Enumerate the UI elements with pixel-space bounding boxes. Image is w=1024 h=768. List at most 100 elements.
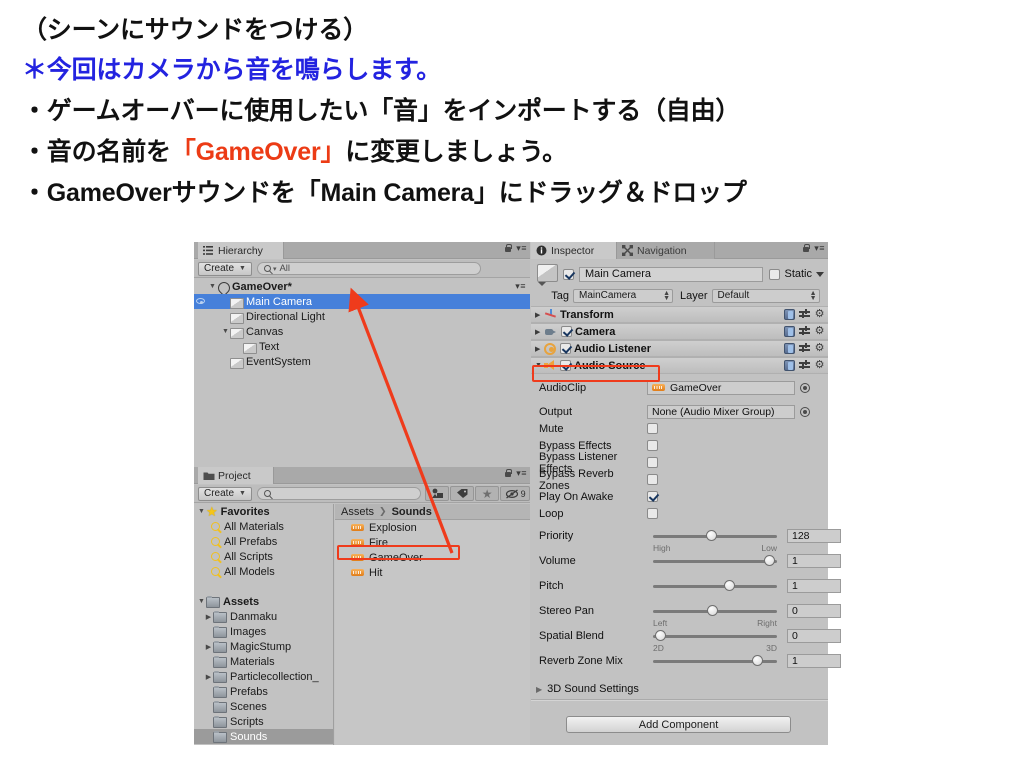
slider-value-field[interactable]: 0 <box>787 604 841 618</box>
tag-dropdown[interactable]: MainCamera ▲ ▼ <box>573 288 673 303</box>
add-component-button[interactable]: Add Component <box>566 716 791 733</box>
tab-hierarchy[interactable]: Hierarchy <box>198 242 284 259</box>
favorite-item-all-scripts[interactable]: All Scripts <box>194 549 333 564</box>
component-audio-source[interactable]: ▼ Audio Source ⚙ <box>531 357 828 374</box>
slider-volume[interactable]: Volume 1 <box>531 554 841 579</box>
slider-reverb-zone-mix[interactable]: Reverb Zone Mix 1 <box>531 654 841 679</box>
slider-control[interactable] <box>653 654 777 668</box>
component-enabled-checkbox[interactable] <box>560 360 571 371</box>
slider-knob[interactable] <box>752 655 764 666</box>
lock-icon[interactable] <box>504 469 513 478</box>
component-actions[interactable]: ⚙ <box>784 343 825 354</box>
menu-icon[interactable]: ▾≡ <box>516 469 527 478</box>
help-icon[interactable] <box>784 343 795 354</box>
slider-knob[interactable] <box>724 580 736 591</box>
project-create-button[interactable]: Create ▼ <box>198 486 252 501</box>
object-picker-icon[interactable] <box>800 382 810 393</box>
toggle-checkbox[interactable] <box>647 440 658 451</box>
component-transform[interactable]: ▶ Transform ⚙ <box>531 306 828 323</box>
breadcrumb-root[interactable]: Assets <box>341 506 374 518</box>
project-favorites-root[interactable]: ▼ ★ Favorites <box>194 504 333 519</box>
tab-project[interactable]: Project <box>198 467 274 484</box>
slider-control[interactable]: 2D 3D <box>653 629 777 653</box>
hidden-assets-indicator[interactable]: 9 <box>500 486 531 501</box>
project-folder-prefabs[interactable]: Prefabs <box>194 684 333 699</box>
lock-icon[interactable] <box>802 244 811 253</box>
chevron-down-icon[interactable] <box>816 271 824 277</box>
menu-icon[interactable]: ▾≡ <box>814 244 825 253</box>
help-icon[interactable] <box>784 309 795 320</box>
menu-icon[interactable]: ▾≡ <box>516 244 527 253</box>
static-checkbox[interactable] <box>769 268 781 280</box>
toggle-checkbox[interactable] <box>647 457 658 468</box>
chevron-right-icon[interactable]: ▶ <box>204 643 213 651</box>
slider-knob[interactable] <box>655 630 667 641</box>
favorite-item-all-models[interactable]: All Models <box>194 564 333 579</box>
preset-icon[interactable] <box>799 309 810 320</box>
slider-value-field[interactable]: 0 <box>787 629 841 643</box>
toggle-checkbox[interactable] <box>647 474 658 485</box>
output-field[interactable]: None (Audio Mixer Group) <box>647 404 795 419</box>
component-actions[interactable]: ⚙ <box>784 326 825 337</box>
hierarchy-item-canvas[interactable]: ▼ Canvas <box>194 324 530 339</box>
component-camera[interactable]: ▶ Camera ⚙ <box>531 323 828 340</box>
toggle-checkbox[interactable] <box>647 491 658 502</box>
slider-value-field[interactable]: 1 <box>787 554 841 568</box>
slider-spatial-blend[interactable]: Spatial Blend 2D 3D 0 <box>531 629 841 654</box>
project-search-input[interactable] <box>256 487 422 500</box>
project-tab-actions[interactable]: ▾≡ <box>504 469 527 478</box>
project-folder-danmaku[interactable]: ▶ Danmaku <box>194 609 333 624</box>
hierarchy-item-eventsystem[interactable]: EventSystem <box>194 354 530 369</box>
chevron-down-icon[interactable]: ▼ <box>197 508 206 515</box>
project-folder-materials[interactable]: Materials <box>194 654 333 669</box>
project-folder-scripts[interactable]: Scripts <box>194 714 333 729</box>
help-icon[interactable] <box>784 360 795 371</box>
hierarchy-search-input[interactable]: ▾ All <box>256 262 481 275</box>
preset-icon[interactable] <box>799 326 810 337</box>
inspector-tab-actions[interactable]: ▾≡ <box>802 244 825 253</box>
slider-control[interactable]: Left Right <box>653 604 777 628</box>
static-toggle[interactable]: Static <box>769 268 824 280</box>
slider-stereo-pan[interactable]: Stereo Pan Left Right 0 <box>531 604 841 629</box>
hierarchy-item-directional-light[interactable]: Directional Light <box>194 309 530 324</box>
component-actions[interactable]: ⚙ <box>784 309 825 320</box>
layer-dropdown[interactable]: Default ▲ ▼ <box>711 288 820 303</box>
favorite-item-all-prefabs[interactable]: All Prefabs <box>194 534 333 549</box>
audioclip-field[interactable]: GameOver <box>647 380 795 395</box>
hierarchy-tab-actions[interactable]: ▾≡ <box>504 244 527 253</box>
asset-item-gameover[interactable]: GameOver <box>335 550 530 565</box>
project-folder-magicstump[interactable]: ▶ MagicStump <box>194 639 333 654</box>
project-folder-particlecollection-[interactable]: ▶ Particlecollection_ <box>194 669 333 684</box>
hierarchy-scene-row[interactable]: ▼ GameOver* ▾≡ <box>194 279 530 294</box>
scene-menu-icon[interactable]: ▾≡ <box>515 282 526 291</box>
toggle-loop[interactable]: Loop <box>531 505 828 522</box>
slider-control[interactable] <box>653 579 777 593</box>
chevron-down-icon[interactable]: ▼ <box>197 598 206 605</box>
preset-icon[interactable] <box>799 360 810 371</box>
component-audio-listener[interactable]: ▶ Audio Listener ⚙ <box>531 340 828 357</box>
project-folder-sounds[interactable]: Sounds <box>194 729 333 744</box>
help-icon[interactable] <box>784 326 795 337</box>
project-folder-scenes[interactable]: Scenes <box>194 699 333 714</box>
filter-favorites-button[interactable]: ★ <box>475 486 500 501</box>
slider-control[interactable] <box>653 554 777 568</box>
chevron-down-icon[interactable]: ▼ <box>208 283 217 290</box>
gameobject-name-field[interactable]: Main Camera <box>579 266 764 282</box>
tab-navigation[interactable]: Navigation <box>617 242 715 259</box>
hierarchy-item-main-camera[interactable]: Main Camera <box>194 294 530 309</box>
chevron-right-icon[interactable]: ▶ <box>204 673 213 681</box>
slider-knob[interactable] <box>706 530 718 541</box>
chevron-down-icon[interactable]: ▼ <box>535 362 544 369</box>
filter-by-label-button[interactable] <box>450 486 475 501</box>
slider-value-field[interactable]: 1 <box>787 654 841 668</box>
object-picker-icon[interactable] <box>800 406 810 417</box>
tab-inspector[interactable]: Inspector <box>531 242 617 259</box>
toggle-checkbox[interactable] <box>647 508 658 519</box>
slider-priority[interactable]: Priority High Low 128 <box>531 529 841 554</box>
component-enabled-checkbox[interactable] <box>560 343 571 354</box>
chevron-right-icon[interactable]: ▶ <box>535 311 544 319</box>
slider-knob[interactable] <box>707 605 719 616</box>
preset-icon[interactable] <box>799 343 810 354</box>
gear-icon[interactable]: ⚙ <box>814 326 825 337</box>
filter-by-type-button[interactable] <box>425 486 450 501</box>
